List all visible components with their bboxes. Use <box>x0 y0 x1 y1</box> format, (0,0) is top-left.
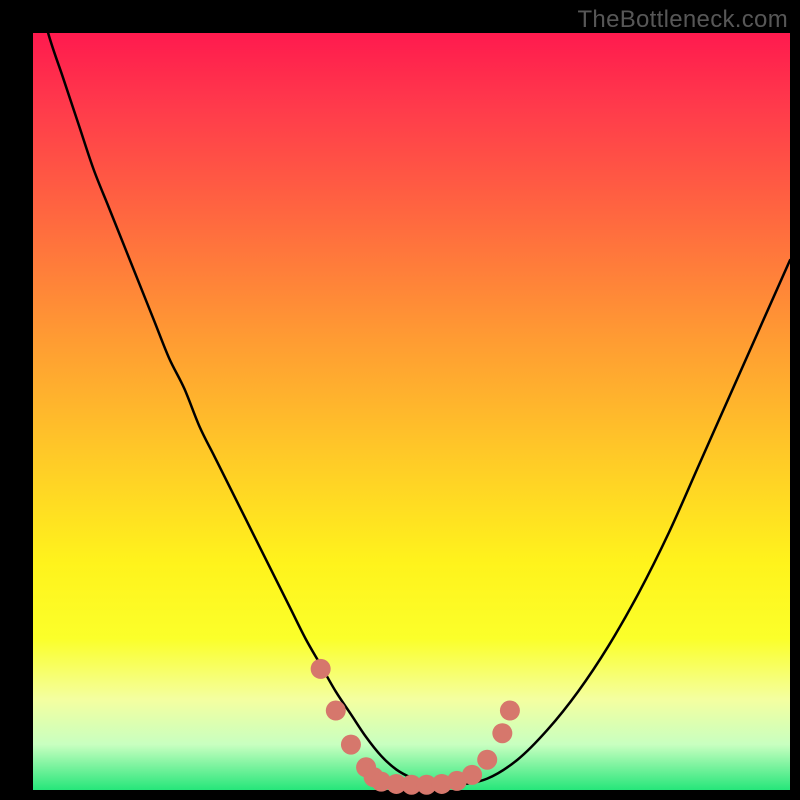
chart-frame: TheBottleneck.com <box>0 0 800 800</box>
watermark-text: TheBottleneck.com <box>577 6 788 34</box>
plot-area <box>33 33 790 790</box>
